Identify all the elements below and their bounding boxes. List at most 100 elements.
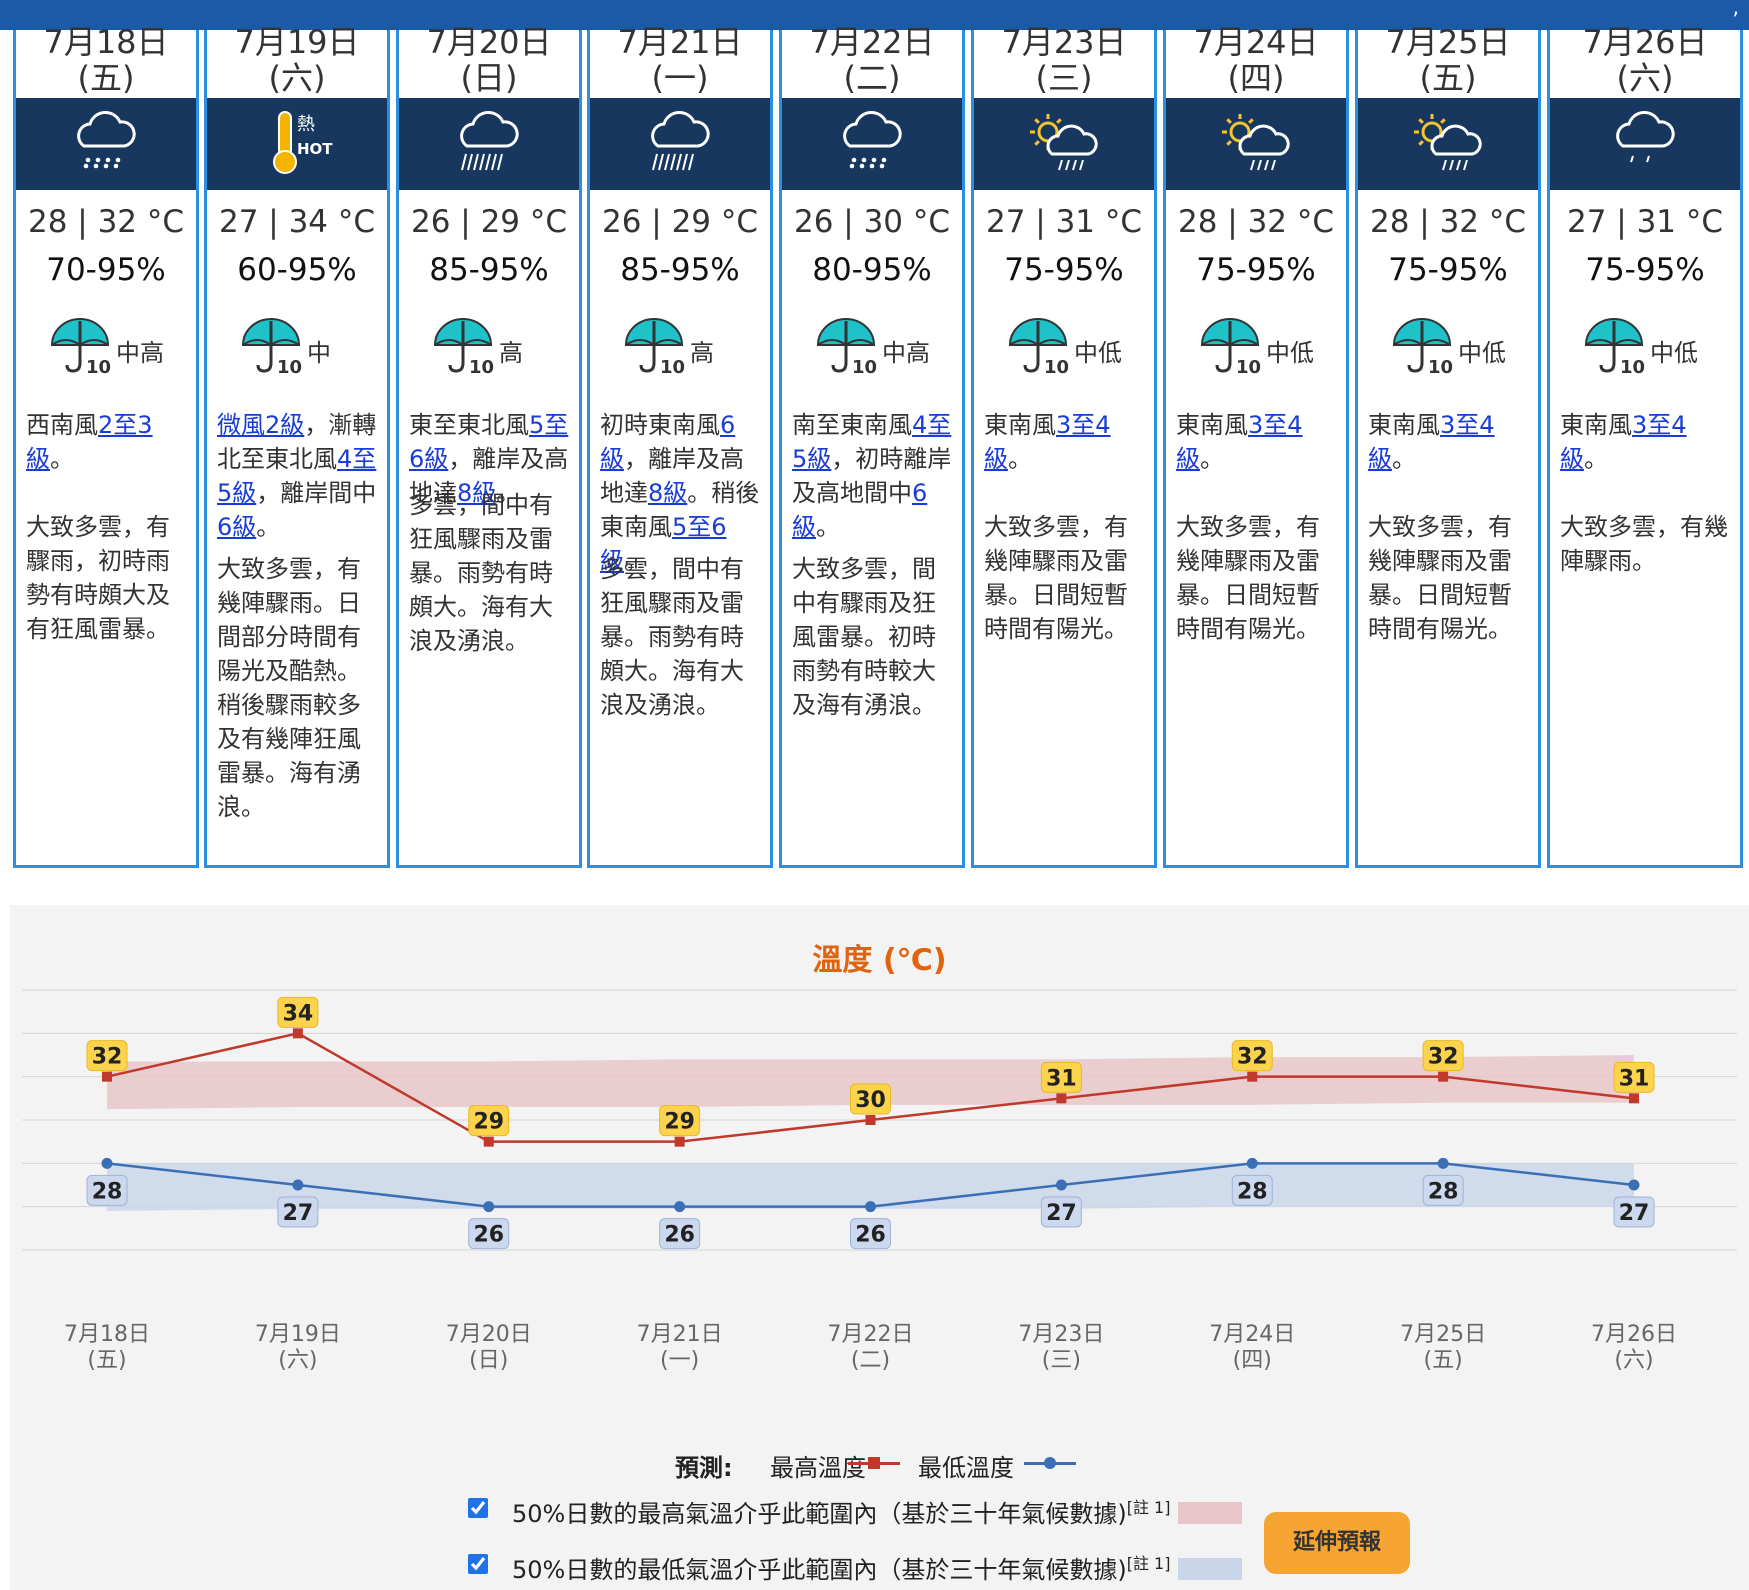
temperature-range: 27 | 31 °C: [1566, 204, 1724, 240]
x-tick-sublabel: (六): [278, 1348, 317, 1373]
svg-text:10: 10: [660, 357, 685, 377]
min-temp-label: 28: [92, 1179, 123, 1204]
wind-text: 東南風: [1176, 411, 1248, 439]
rain-probability: 10 高: [590, 315, 770, 385]
min-band-toggle-row: 50%日數的最低氣溫介乎此範圍內（基於三十年氣候數據)[註 1]: [468, 1550, 1268, 1586]
min-temp-label: 26: [664, 1223, 695, 1248]
weather-icon-band: [399, 98, 579, 190]
psr-label: 中高: [116, 339, 164, 367]
weekday-label: (三): [1035, 59, 1093, 97]
sunshower-icon: [1030, 114, 1098, 171]
forecast-date: 7月20日 (日): [399, 23, 579, 96]
weekday-label: (六): [268, 59, 326, 97]
weather-description: 大致多雲，有幾陣驟雨。日間部分時間有陽光及酷熱。稍後驟雨較多及有幾陣狂風雷暴。海…: [217, 555, 361, 821]
svg-text:HOT: HOT: [297, 140, 333, 158]
wind-text: 西南風: [26, 411, 98, 439]
min-temp-point: [865, 1201, 876, 1213]
humidity-range: 75-95%: [1388, 252, 1508, 288]
x-tick-sublabel: (四): [1233, 1348, 1272, 1373]
humidity-range: 75-95%: [1585, 252, 1705, 288]
min-temp-point: [1246, 1157, 1258, 1169]
weather-icon-band: [974, 98, 1154, 190]
max-temp-point: [674, 1136, 685, 1147]
humidity-range: 80-95%: [812, 252, 932, 288]
x-tick-label: 7月24日: [1209, 1322, 1295, 1347]
rain-probability: 10 中低: [1550, 315, 1740, 385]
min-band-checkbox[interactable]: [468, 1554, 488, 1574]
hot-icon: 熱 HOT: [273, 111, 333, 174]
temperature-range: 26 | 29 °C: [410, 204, 568, 240]
wind-text: 東南風: [1560, 411, 1632, 439]
forecast-card: 7月22日 (二) 26 | 30 °C 80-95% 10 中高 南至東南風4至5級，初時…: [779, 24, 965, 868]
weather-icon-band: [782, 98, 962, 190]
date-label: 7月20日: [426, 23, 552, 61]
legend-min-label: 最低溫度: [918, 1454, 1014, 1482]
svg-text:10: 10: [277, 357, 302, 377]
wind-forecast: 微風2級，漸轉北至東北風4至5級，離岸間中6級。: [217, 408, 379, 544]
x-tick-sublabel: (一): [660, 1348, 699, 1373]
x-tick-label: 7月21日: [637, 1322, 723, 1347]
showers-icon: [1616, 111, 1675, 163]
weekday-label: (六): [1616, 59, 1674, 97]
weather-description: 大致多雲，間中有驟雨及狂風雷暴。初時雨勢有時較大及海有湧浪。: [792, 555, 936, 719]
wind-force-link[interactable]: 6級: [217, 513, 256, 541]
max-temp-point: [483, 1136, 494, 1147]
max-temp-label: 29: [473, 1110, 504, 1135]
svg-text:10: 10: [1044, 357, 1069, 377]
max-temp-point: [292, 1028, 303, 1039]
psr-label: 中低: [1458, 339, 1506, 367]
weather-icon-band: [590, 98, 770, 190]
rain-probability: 10 中高: [782, 315, 962, 385]
date-label: 7月23日: [1001, 23, 1127, 61]
weekday-label: (五): [1419, 59, 1477, 97]
date-label: 7月25日: [1385, 23, 1511, 61]
forecast-date: 7月25日 (五): [1358, 23, 1538, 96]
temperature-chart-panel: 溫度 (℃) 32 34 29 29 30 31 32 32 31 28 27 26 26 26 27 28 2…: [10, 905, 1749, 1590]
x-tick-sublabel: (六): [1614, 1348, 1653, 1373]
weather-description: 大致多雲，有幾陣驟雨及雷暴。日間短暫時間有陽光。: [1176, 513, 1320, 643]
note-link[interactable]: [註 1]: [1127, 1554, 1171, 1573]
max-band-checkbox[interactable]: [468, 1498, 488, 1518]
x-tick-sublabel: (五): [1424, 1348, 1463, 1373]
rain-probability: 10 中高: [16, 315, 196, 385]
forecast-date: 7月23日 (三): [974, 23, 1154, 96]
x-tick-label: 7月20日: [446, 1322, 532, 1347]
x-tick-label: 7月18日: [64, 1322, 150, 1347]
weather-description: 大致多雲，有幾陣驟雨及雷暴。日間短暫時間有陽光。: [1368, 513, 1512, 643]
wind-text: 東南風: [1368, 411, 1440, 439]
wind-force-link[interactable]: 8級: [648, 479, 687, 507]
forecast-date: 7月19日 (六): [207, 24, 387, 96]
weekday-label: (四): [1227, 59, 1285, 97]
psr-label: 中低: [1074, 339, 1122, 367]
max-temp-point: [865, 1115, 876, 1125]
date-label: 7月26日: [1582, 23, 1708, 61]
wind-forecast: 西南風2至3級。: [26, 408, 188, 476]
weather-description: 大致多雲，有驟雨，初時雨勢有時頗大及有狂風雷暴。: [26, 513, 170, 643]
forecast-date: 7月24日 (四): [1166, 23, 1346, 96]
rain-icon: [843, 111, 902, 169]
min-temp-label: 28: [1237, 1179, 1268, 1204]
min-band-swatch: [1178, 1558, 1242, 1580]
svg-text:10: 10: [1428, 357, 1453, 377]
temperature-chart: 32 34 29 29 30 31 32 32 31 28 27 26 26 26 27 28 28 27 7月18…: [22, 989, 1737, 1373]
max-band-label: 50%日數的最高氣溫介乎此範圍內（基於三十年氣候數據): [512, 1500, 1127, 1528]
weather-icon-band: [1358, 98, 1538, 190]
x-tick-sublabel: (三): [1042, 1348, 1081, 1373]
psr-label: 中低: [1266, 339, 1314, 367]
wind-text: 東南風: [984, 411, 1056, 439]
wind-text: 。: [1392, 445, 1416, 473]
max-temp-label: 32: [92, 1045, 123, 1070]
max-temp-point: [1247, 1071, 1258, 1082]
extended-forecast-button[interactable]: 延伸預報: [1264, 1512, 1410, 1574]
min-band-label: 50%日數的最低氣溫介乎此範圍內（基於三十年氣候數據): [512, 1556, 1127, 1584]
wind-force-link[interactable]: 微風2級: [217, 411, 304, 439]
forecast-card: 7月24日 (四) 28 | 32 °C 75-95% 10 中低 東南風3至4級。 大致多雲…: [1163, 24, 1349, 868]
date-label: 7月21日: [617, 23, 743, 61]
temperature-range: 27 | 34 °C: [218, 204, 376, 240]
date-label: 7月22日: [809, 23, 935, 61]
temperature-range: 28 | 32 °C: [27, 204, 185, 240]
psr-label: 中: [307, 339, 331, 367]
rain-probability: 10 高: [399, 315, 579, 385]
note-link[interactable]: [註 1]: [1127, 1498, 1171, 1517]
date-label: 7月24日: [1193, 23, 1319, 61]
